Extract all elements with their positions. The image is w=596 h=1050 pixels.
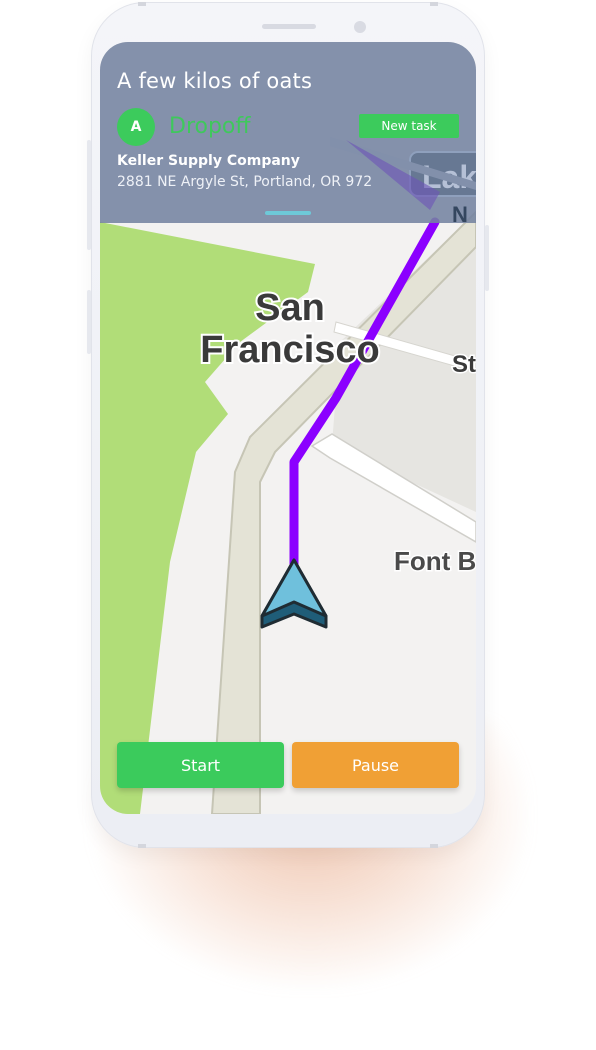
company-name: Keller Supply Company [117,153,300,169]
stop-badge: A [117,108,155,146]
side-caption: Task List Fin by [52,164,67,262]
start-button[interactable]: Start [117,742,284,788]
map-label-city-1: San [255,287,325,329]
phone-edge-tick [430,844,438,848]
map-label-lower: Font B [394,546,476,576]
drag-handle[interactable] [265,211,311,215]
phone-screen: San Francisco St Font B Lak N A few kilo… [100,42,476,814]
phone-camera [354,21,366,33]
company-address: 2881 NE Argyle St, Portland, OR 972 [117,174,373,190]
map-label-city-2: Francisco [200,329,380,371]
phone-side-button [87,290,91,354]
phone-side-button [485,225,489,291]
phone-edge-tick [138,2,146,6]
pause-button[interactable]: Pause [292,742,459,788]
phone-side-button [87,140,91,250]
task-header-panel: Lak N A few kilos of oats A Dropoff New … [100,42,476,223]
phone-edge-tick [430,2,438,6]
map-label-street: St [452,351,476,378]
map-label-top-right-fragment: N [452,202,468,223]
stop-type-label: Dropoff [169,114,251,139]
new-task-button[interactable]: New task [359,114,459,138]
phone-speaker [262,24,316,29]
task-title: A few kilos of oats [117,69,313,93]
phone-edge-tick [138,844,146,848]
